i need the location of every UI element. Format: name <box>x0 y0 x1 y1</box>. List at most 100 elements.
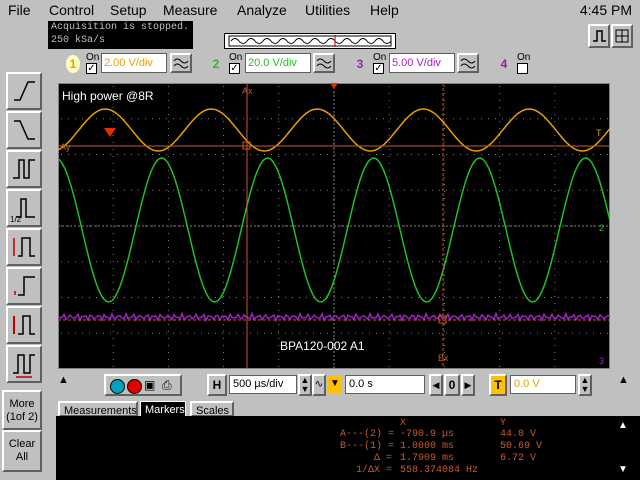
stop-button[interactable] <box>127 379 142 394</box>
menu-analyze[interactable]: Analyze <box>237 2 287 18</box>
graticule-dot <box>61 154 62 155</box>
graticule-dot <box>388 163 390 164</box>
channel-2-adjust-button[interactable] <box>313 53 335 73</box>
graticule-dot <box>292 154 293 155</box>
graticule-dot <box>443 233 445 234</box>
timebase-field[interactable]: 500 µs/div <box>229 375 297 394</box>
marker-b-y: 50.69 V <box>500 441 543 452</box>
graticule-dot <box>593 118 594 120</box>
graticule-dot <box>530 189 531 191</box>
graticule-dot <box>166 297 167 298</box>
period-button[interactable] <box>6 345 42 383</box>
panel-scroll-down-icon[interactable]: ▼ <box>618 464 628 475</box>
graticule-dot <box>554 331 556 332</box>
trigger-level-field[interactable]: 0.0 V <box>510 375 576 394</box>
channel-3-number[interactable]: 3 <box>353 55 367 73</box>
channel-4-on-checkbox[interactable] <box>517 63 528 74</box>
menu-file[interactable]: File <box>8 2 31 18</box>
timebase-spinner[interactable]: ▲ ▼ <box>298 374 312 396</box>
camera-icon[interactable]: ▣ <box>144 378 155 392</box>
graticule-dot <box>112 268 114 269</box>
channel-1-adjust-button[interactable] <box>170 53 192 73</box>
graticule-dot <box>460 332 461 334</box>
menu-measure[interactable]: Measure <box>163 2 217 18</box>
delay-right-button[interactable]: ▶ <box>461 374 475 396</box>
trigger-spinner[interactable]: ▲ ▼ <box>578 374 592 396</box>
graticule-dot <box>243 118 244 120</box>
graticule-dot <box>278 191 280 192</box>
channel-4-number[interactable]: 4 <box>497 55 511 73</box>
timebase-wave-button[interactable]: ∿ <box>312 374 326 396</box>
graticule-dot <box>460 118 461 120</box>
graticule-dot <box>167 359 169 360</box>
graticule-dot <box>278 205 280 206</box>
graticule-dot <box>334 154 335 155</box>
channel-3-scale[interactable]: 5.00 V/div <box>389 53 455 73</box>
pulse-count-button[interactable]: 1/2 <box>6 189 42 227</box>
channel-1-on-checkbox[interactable]: ✓ <box>86 63 97 74</box>
clear-all-button[interactable]: Clear All <box>2 430 42 472</box>
scroll-up-right-arrow-icon[interactable]: ▲ <box>618 374 629 386</box>
channel-2-scale[interactable]: 20.0 V/div <box>245 53 311 73</box>
waveform-overview[interactable] <box>224 33 396 49</box>
graticule-dot <box>607 189 608 191</box>
falling-edge-button[interactable] <box>6 111 42 149</box>
graticule-dot <box>167 226 169 227</box>
graticule-dot <box>103 332 104 334</box>
marker-delta-y: 6.72 V <box>500 453 537 464</box>
graticule-dot <box>516 225 517 227</box>
graticule-dot <box>376 154 377 155</box>
delay-zero-button[interactable]: 0 <box>444 374 460 396</box>
graticule-dot <box>388 303 390 304</box>
delay-field[interactable]: 0.0 s <box>345 375 425 394</box>
channel-2-number[interactable]: 2 <box>209 55 223 73</box>
channel-1-number[interactable]: 1 <box>66 55 80 73</box>
graticule-dot <box>593 297 594 298</box>
pulse-width-button[interactable] <box>6 150 42 188</box>
graticule-dot <box>388 205 390 206</box>
menu-setup[interactable]: Setup <box>110 2 147 18</box>
graticule-dot <box>499 121 501 122</box>
graticule-dot <box>180 118 181 120</box>
top-base-button[interactable] <box>6 306 42 344</box>
channel-2-on-checkbox[interactable]: ✓ <box>229 63 240 74</box>
menu-control[interactable]: Control <box>49 2 94 18</box>
more-button[interactable]: More (1of 2) <box>2 390 42 430</box>
channel-1-scale[interactable]: 2.00 V/div <box>101 53 167 73</box>
menu-help[interactable]: Help <box>370 2 399 18</box>
print-icon[interactable]: ⎙ <box>162 378 172 393</box>
panel-scroll-up-icon[interactable]: ▲ <box>618 420 628 431</box>
tab-scales[interactable]: Scales <box>190 401 234 417</box>
graticule-dot <box>131 189 132 191</box>
graticule-dot <box>443 149 445 150</box>
clock: 4:45 PM <box>579 2 632 18</box>
channel-3-on-checkbox[interactable]: ✓ <box>373 63 384 74</box>
run-button[interactable] <box>110 379 125 394</box>
rise-time-button[interactable] <box>6 228 42 266</box>
horizontal-button[interactable]: H <box>207 374 227 396</box>
waveform-display[interactable]: High power @8R BPA120-002 A1 Ax Bx Ay T … <box>58 83 610 369</box>
graticule-dot <box>292 189 293 191</box>
channel-3-adjust-button[interactable] <box>457 53 479 73</box>
graticule-dot <box>167 86 169 87</box>
menu-utilities[interactable]: Utilities <box>305 2 350 18</box>
graticule-dot <box>278 189 279 191</box>
graticule-dot <box>313 118 314 120</box>
graticule-dot <box>285 332 286 334</box>
rising-edge-button[interactable] <box>6 72 42 110</box>
run-mode-button[interactable] <box>588 24 610 48</box>
scroll-up-arrow-icon[interactable]: ▲ <box>58 374 69 386</box>
graticule-dot <box>579 297 580 298</box>
tab-markers[interactable]: Markers <box>140 401 186 417</box>
graticule-dot <box>383 297 384 298</box>
graticule-dot <box>138 118 139 120</box>
graticule-dot <box>376 118 377 120</box>
trigger-button[interactable]: T <box>489 374 507 396</box>
amplitude-button[interactable] <box>6 267 42 305</box>
delay-left-button[interactable]: ◀ <box>429 374 443 396</box>
graticule-dot <box>82 332 83 334</box>
tab-measurements[interactable]: Measurements <box>58 401 138 417</box>
graticule-dot <box>327 261 328 263</box>
graticule-dot <box>166 332 167 334</box>
display-mode-button[interactable] <box>611 24 633 48</box>
